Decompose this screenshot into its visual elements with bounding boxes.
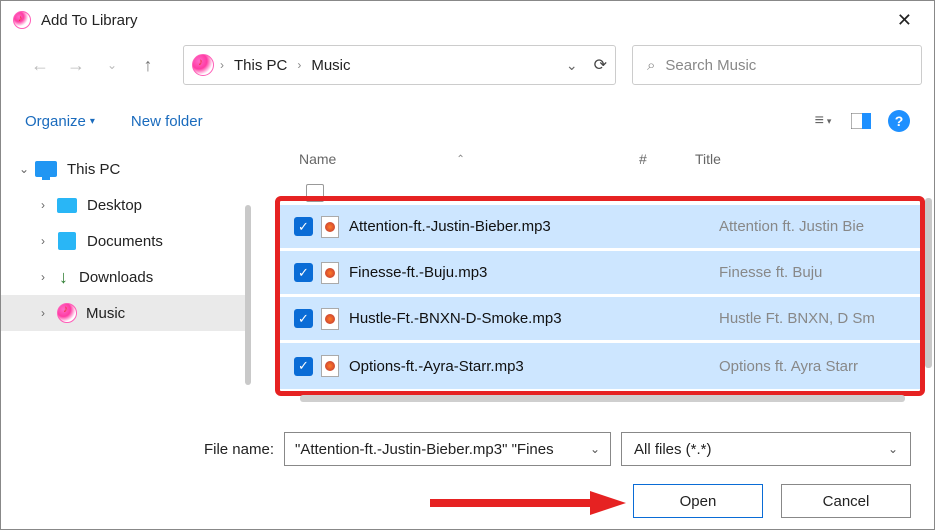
chevron-down-icon[interactable]: ⌄: [19, 162, 35, 176]
file-name: Attention-ft.-Justin-Bieber.mp3: [349, 218, 719, 235]
folder-icon: [57, 198, 77, 213]
chevron-right-icon: ›: [220, 58, 224, 72]
open-button[interactable]: Open: [633, 484, 763, 518]
pc-icon: [35, 161, 57, 177]
checkbox-checked-icon[interactable]: ✓: [294, 309, 313, 328]
file-list-scrollbar[interactable]: [925, 198, 932, 368]
highlight-box: ✓ Attention-ft.-Justin-Bieber.mp3 Attent…: [275, 196, 925, 396]
file-title: Finesse ft. Buju: [719, 264, 920, 281]
sidebar-item-documents[interactable]: › Documents: [1, 223, 250, 259]
toolbar: Organize▾ New folder ≡ ▾ ?: [1, 99, 934, 143]
column-headers: Name ⌃ # Title: [251, 143, 934, 175]
document-icon: [58, 232, 76, 250]
file-row[interactable]: ✓ Options-ft.-Ayra-Starr.mp3 Options ft.…: [280, 343, 920, 389]
up-button[interactable]: ↑: [133, 50, 163, 80]
column-hash[interactable]: #: [639, 151, 695, 167]
chevron-down-icon[interactable]: ⌄: [888, 442, 898, 456]
checkbox-checked-icon[interactable]: ✓: [294, 357, 313, 376]
music-icon: [57, 303, 77, 323]
file-row[interactable]: ✓ Finesse-ft.-Buju.mp3 Finesse ft. Buju: [280, 251, 920, 297]
title-bar: Add To Library ✕: [1, 1, 934, 39]
file-title: Hustle Ft. BNXN, D Sm: [719, 310, 920, 327]
refresh-icon[interactable]: ⟳: [594, 55, 607, 75]
audio-file-icon: [321, 308, 339, 330]
music-library-icon: [192, 54, 214, 76]
dialog-footer: File name: "Attention-ft.-Justin-Bieber.…: [0, 432, 935, 518]
file-name: Options-ft.-Ayra-Starr.mp3: [349, 358, 719, 375]
download-icon: ↓: [59, 267, 68, 288]
column-title[interactable]: Title: [695, 151, 934, 167]
chevron-down-icon[interactable]: ⌄: [590, 442, 600, 456]
chevron-right-icon[interactable]: ›: [41, 198, 57, 212]
chevron-down-icon[interactable]: ⌄: [566, 57, 578, 74]
sidebar-item-downloads[interactable]: › ↓ Downloads: [1, 259, 250, 295]
nav-bar: ← → ⌄ ↑ › This PC › Music ⌄ ⟳ ⌕ Search M…: [1, 39, 934, 91]
window-title: Add To Library: [41, 12, 137, 29]
file-row[interactable]: ✓ Hustle-Ft.-BNXN-D-Smoke.mp3 Hustle Ft.…: [280, 297, 920, 343]
audio-file-icon: [321, 216, 339, 238]
search-placeholder: Search Music: [665, 57, 756, 74]
app-icon: [13, 11, 31, 29]
horizontal-scrollbar[interactable]: [300, 395, 905, 402]
sidebar-item-this-pc[interactable]: ⌄ This PC: [1, 151, 250, 187]
sidebar-item-music[interactable]: › Music: [1, 295, 250, 331]
chevron-right-icon[interactable]: ›: [41, 234, 57, 248]
chevron-down-icon: ▾: [90, 116, 95, 127]
audio-file-icon: [321, 355, 339, 377]
file-row[interactable]: ✓ Attention-ft.-Justin-Bieber.mp3 Attent…: [280, 205, 920, 251]
checkbox-checked-icon[interactable]: ✓: [294, 263, 313, 282]
file-name: Finesse-ft.-Buju.mp3: [349, 264, 719, 281]
sort-asc-icon: ⌃: [456, 154, 464, 165]
sidebar: ⌄ This PC › Desktop › Documents › ↓ Down…: [1, 143, 251, 397]
chevron-right-icon[interactable]: ›: [41, 270, 57, 284]
audio-file-icon: [321, 262, 339, 284]
preview-pane-icon[interactable]: [848, 110, 874, 132]
back-button[interactable]: ←: [25, 50, 55, 80]
recent-dropdown[interactable]: ⌄: [97, 50, 127, 80]
view-list-icon[interactable]: ≡ ▾: [810, 110, 836, 132]
chevron-right-icon[interactable]: ›: [41, 306, 57, 320]
new-folder-button[interactable]: New folder: [131, 113, 203, 130]
filename-label: File name:: [24, 441, 274, 458]
cancel-button[interactable]: Cancel: [781, 484, 911, 518]
close-icon[interactable]: ✕: [887, 6, 922, 35]
chevron-right-icon: ›: [297, 58, 301, 72]
breadcrumb-seg-music[interactable]: Music: [307, 53, 354, 78]
search-icon: ⌕: [647, 57, 655, 74]
breadcrumb-seg-pc[interactable]: This PC: [230, 53, 291, 78]
file-title: Attention ft. Justin Bie: [719, 218, 920, 235]
filename-input[interactable]: "Attention-ft.-Justin-Bieber.mp3" "Fines…: [284, 432, 611, 466]
sidebar-item-desktop[interactable]: › Desktop: [1, 187, 250, 223]
help-icon[interactable]: ?: [888, 110, 910, 132]
file-title: Options ft. Ayra Starr: [719, 358, 920, 375]
file-name: Hustle-Ft.-BNXN-D-Smoke.mp3: [349, 310, 719, 327]
forward-button[interactable]: →: [61, 50, 91, 80]
filetype-filter[interactable]: All files (*.*) ⌄: [621, 432, 911, 466]
checkbox-checked-icon[interactable]: ✓: [294, 217, 313, 236]
breadcrumb[interactable]: › This PC › Music ⌄ ⟳: [183, 45, 616, 85]
column-name[interactable]: Name: [299, 151, 336, 167]
search-input[interactable]: ⌕ Search Music: [632, 45, 922, 85]
organize-menu[interactable]: Organize▾: [25, 113, 95, 130]
